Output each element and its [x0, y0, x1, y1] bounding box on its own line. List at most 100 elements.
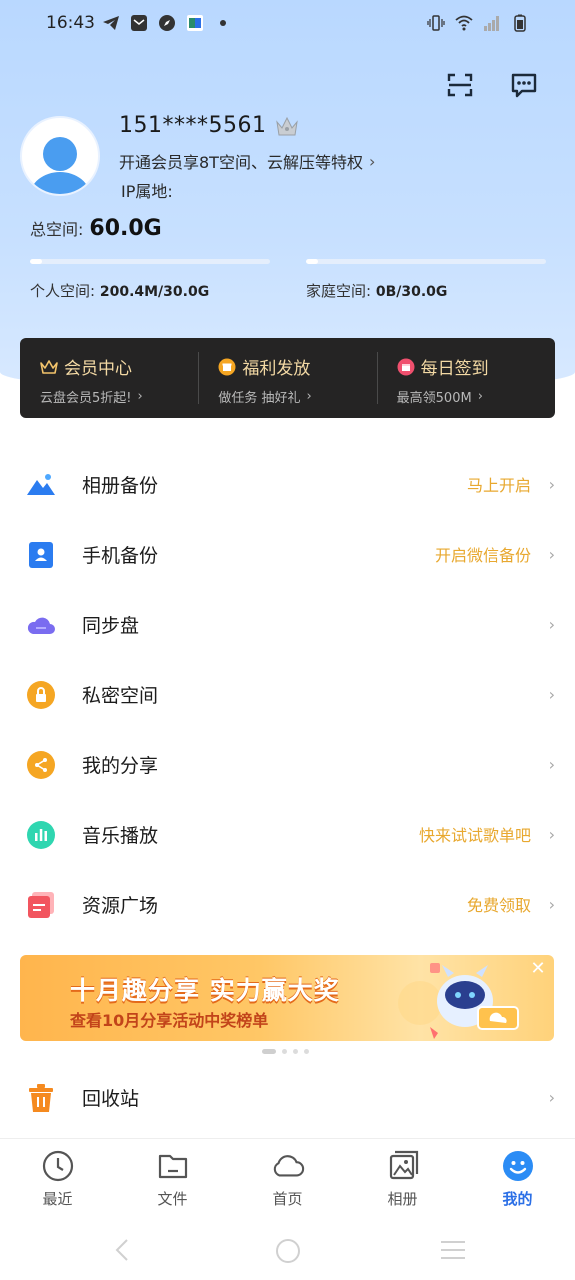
menu-label: 音乐播放 — [82, 824, 159, 847]
promo-banner[interactable]: 十月趣分享 实力赢大奖 查看10月分享活动中奖榜单 ✕ — [20, 955, 554, 1041]
welfare-title: 福利发放 — [242, 359, 311, 379]
menu-icon[interactable] — [439, 1238, 467, 1262]
signal-icon — [484, 16, 499, 31]
ip-location: IP属地: — [121, 182, 173, 201]
lock-icon — [27, 681, 55, 709]
calendar-icon — [397, 358, 415, 375]
chevron-right-icon: › — [306, 389, 312, 404]
banner-title: 十月趣分享 实力赢大奖 — [70, 976, 340, 1005]
bottom-tab-bar: 最近 文件 首页 相册 我的 — [0, 1138, 575, 1218]
personal-storage-fill — [30, 259, 42, 264]
menu-item-recycle-bin[interactable]: 回收站 › — [0, 1062, 575, 1132]
chevron-right-icon: › — [548, 474, 555, 494]
mascot-illustration — [398, 963, 519, 1039]
menu-item-phone-backup[interactable]: 手机备份 开启微信备份 › — [0, 519, 575, 589]
tab-album[interactable]: 相册 — [345, 1139, 460, 1218]
music-icon — [27, 821, 55, 849]
welfare-sub: 做任务 抽好礼 — [218, 391, 301, 406]
banner-pagination — [262, 1049, 309, 1054]
trash-icon — [29, 1084, 53, 1112]
tab-label: 最近 — [42, 1190, 73, 1208]
compass-icon — [159, 15, 175, 31]
vip-center-title: 会员中心 — [64, 359, 132, 379]
menu-item-my-share[interactable]: 我的分享 › — [0, 729, 575, 799]
tab-label: 相册 — [387, 1190, 418, 1208]
tab-label: 文件 — [157, 1190, 188, 1208]
total-storage: 总空间: 60.0G — [30, 216, 162, 241]
photo-icon — [389, 1150, 418, 1180]
menu-label: 私密空间 — [82, 684, 159, 707]
pagination-dot — [262, 1049, 276, 1054]
vibrate-icon — [427, 15, 445, 31]
total-storage-label: 总空间: — [30, 220, 84, 239]
menu-label: 同步盘 — [82, 614, 140, 637]
menu-item-sync-drive[interactable]: 同步盘 › — [0, 589, 575, 659]
tab-home[interactable]: 首页 — [230, 1139, 345, 1218]
menu-item-music[interactable]: 音乐播放 快来试试歌单吧 › — [0, 799, 575, 869]
folder-icon — [158, 1154, 187, 1179]
status-time: 16:43 — [46, 13, 95, 33]
personal-storage-bar — [30, 259, 270, 264]
status-bar: 16:43 — [0, 0, 575, 48]
vip-promo-text: 开通会员享8T空间、云解压等特权 — [119, 153, 363, 172]
tab-label: 我的 — [502, 1190, 533, 1208]
chevron-right-icon: › — [548, 824, 555, 844]
menu-hint: 开启微信备份 — [434, 546, 531, 565]
tab-mine[interactable]: 我的 — [460, 1139, 575, 1218]
album-backup-icon — [27, 474, 55, 495]
crown-badge-icon — [276, 116, 299, 135]
gift-icon — [218, 358, 236, 375]
menu-item-resource-square[interactable]: 资源广场 免费领取 › — [0, 869, 575, 939]
app-badge-icon — [187, 15, 203, 31]
personal-storage: 个人空间: 200.4M/30.0G — [30, 280, 209, 301]
clock-icon — [42, 1150, 73, 1182]
resource-icon — [28, 892, 54, 918]
vip-promo-link[interactable]: 开通会员享8T空间、云解压等特权 › — [119, 149, 375, 173]
checkin-title: 每日签到 — [420, 359, 489, 379]
avatar[interactable] — [20, 116, 100, 196]
tab-label: 首页 — [272, 1190, 303, 1208]
menu-hint: 免费领取 — [466, 896, 531, 915]
messages-button[interactable] — [509, 70, 539, 100]
daily-checkin-button[interactable]: 每日签到 最高领500M › — [376, 338, 555, 418]
menu-label: 相册备份 — [82, 474, 159, 497]
checkin-sub: 最高领500M — [396, 391, 472, 406]
wifi-icon — [455, 15, 473, 31]
telegram-icon — [103, 16, 119, 30]
vip-center-sub: 云盘会员5折起! — [40, 391, 132, 406]
vip-center-button[interactable]: 会员中心 云盘会员5折起! › — [20, 338, 198, 418]
back-icon[interactable] — [112, 1238, 132, 1262]
cloud-icon — [273, 1155, 304, 1177]
tab-recent[interactable]: 最近 — [0, 1139, 115, 1218]
system-nav-bar — [0, 1218, 575, 1280]
menu-item-album-backup[interactable]: 相册备份 马上开启 › — [0, 449, 575, 519]
family-storage-value: 0B/30.0G — [375, 284, 448, 300]
menu-hint: 快来试试歌单吧 — [418, 826, 531, 845]
menu-label: 我的分享 — [82, 754, 159, 777]
scan-icon — [447, 73, 473, 97]
chevron-right-icon: › — [548, 614, 555, 634]
tab-files[interactable]: 文件 — [115, 1139, 230, 1218]
pagination-dot — [304, 1049, 309, 1054]
scan-button[interactable] — [445, 70, 475, 100]
personal-storage-value: 200.4M/30.0G — [99, 284, 210, 300]
close-icon[interactable]: ✕ — [528, 959, 548, 979]
profile-header — [0, 0, 575, 390]
phone-number: 151****5561 — [119, 113, 267, 138]
menu-label: 回收站 — [82, 1087, 140, 1110]
share-icon — [27, 751, 55, 779]
menu-label: 手机备份 — [82, 544, 159, 567]
menu-item-private-space[interactable]: 私密空间 › — [0, 659, 575, 729]
profile-icon — [502, 1151, 533, 1181]
crown-icon — [40, 359, 58, 374]
menu-hint: 马上开启 — [466, 476, 531, 495]
welfare-button[interactable]: 福利发放 做任务 抽好礼 › — [198, 338, 376, 418]
family-storage-fill — [306, 259, 318, 264]
home-icon[interactable] — [275, 1238, 301, 1264]
chevron-right-icon: › — [548, 1087, 555, 1107]
dot-icon — [220, 20, 226, 26]
personal-storage-label: 个人空间: — [30, 282, 96, 300]
chevron-right-icon: › — [137, 389, 143, 404]
chevron-right-icon: › — [548, 684, 555, 704]
message-icon — [511, 73, 537, 98]
